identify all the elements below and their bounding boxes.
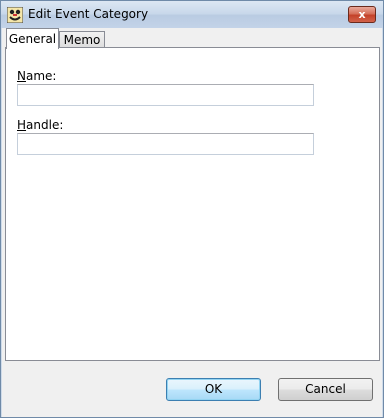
name-label: Name:	[17, 69, 56, 83]
handle-label-text: andle:	[26, 118, 64, 132]
close-icon: x	[358, 8, 366, 21]
tab-general-label: General	[8, 32, 57, 46]
tab-general[interactable]: General	[6, 28, 59, 49]
close-button[interactable]: x	[348, 6, 376, 23]
dialog-window: Edit Event Category x General Memo Name:…	[0, 0, 384, 418]
window-title: Edit Event Category	[28, 7, 149, 21]
app-icon	[7, 7, 23, 23]
handle-label: Handle:	[17, 118, 63, 132]
tab-memo[interactable]: Memo	[59, 31, 105, 48]
handle-input[interactable]	[17, 133, 314, 155]
name-input[interactable]	[17, 84, 314, 106]
handle-label-accelerator: H	[17, 118, 27, 132]
dialog-client-area: General Memo Name: Handle: OK Cancel	[2, 28, 382, 417]
name-label-accelerator: N	[17, 69, 26, 83]
cancel-button[interactable]: Cancel	[278, 378, 373, 401]
ok-button[interactable]: OK	[166, 378, 261, 401]
tab-memo-label: Memo	[63, 33, 101, 47]
name-label-text: ame:	[25, 69, 57, 83]
general-tab-panel: Name: Handle:	[5, 47, 380, 361]
title-bar[interactable]: Edit Event Category x	[1, 1, 383, 28]
